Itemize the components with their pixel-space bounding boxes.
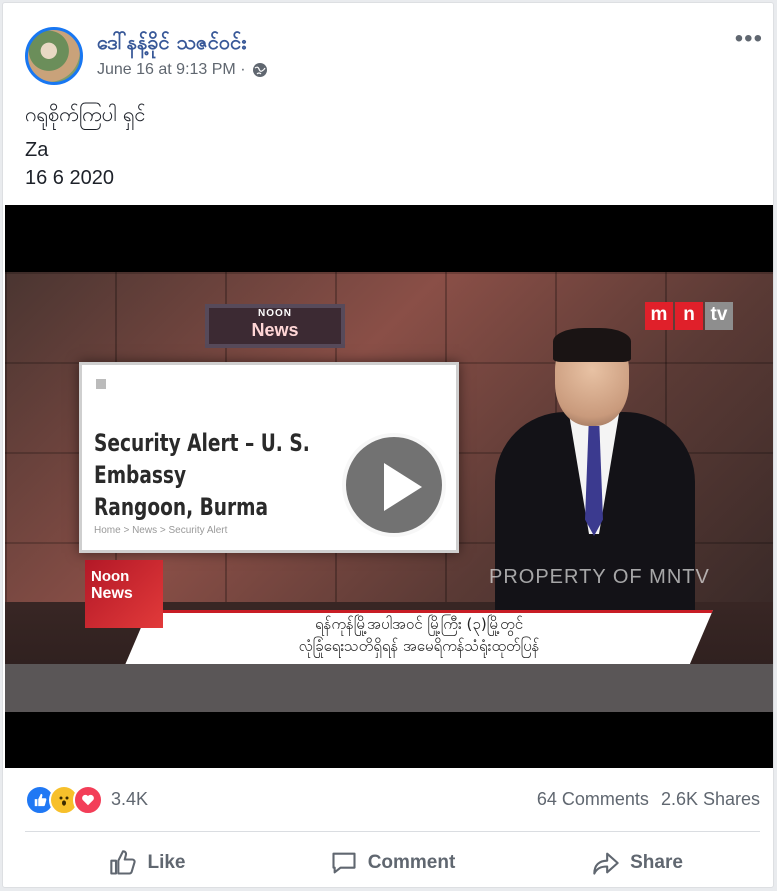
video-watermark: PROPERTY OF MNTV xyxy=(489,566,710,588)
more-options-icon[interactable]: ••• xyxy=(735,25,763,53)
like-label: Like xyxy=(147,852,186,873)
comment-share-counts: 64 Comments 2.6K Shares xyxy=(537,789,760,810)
share-label: Share xyxy=(630,852,683,873)
post-text-line-2: Za xyxy=(25,139,49,161)
caption-line-2: လုံခြုံရေးသတိရှိရန် အမေရိကန်သံရုံးထုတ်ပြ… xyxy=(298,637,540,655)
author-name[interactable]: ဒေါ်နန့်ခိုင် သဇင်ဝင်း xyxy=(97,29,246,59)
noon-news-sign: NOON News xyxy=(205,304,345,348)
comment-button[interactable]: Comment xyxy=(270,841,515,885)
noon-news-badge: Noon News xyxy=(85,560,163,628)
play-triangle xyxy=(384,463,422,511)
thumbs-up-icon xyxy=(110,850,137,875)
like-button[interactable]: Like xyxy=(25,841,270,885)
love-reaction-icon xyxy=(73,785,103,815)
badge-line-2: News xyxy=(91,585,133,602)
share-arrow-icon xyxy=(593,852,619,875)
post-card: ဒေါ်နန့်ခိုင် သဇင်ဝင်း June 16 at 9:13 P… xyxy=(2,2,774,888)
mntv-logo: m n tv xyxy=(645,302,733,330)
comment-bubble-icon xyxy=(332,852,356,874)
ticker-strip xyxy=(5,664,773,712)
screen-square xyxy=(96,379,106,389)
logo-letter-tv: tv xyxy=(705,302,733,330)
post-text-line-3: 16 6 2020 xyxy=(25,167,114,189)
author-avatar[interactable] xyxy=(25,27,83,85)
shares-count[interactable]: 2.6K Shares xyxy=(661,789,760,810)
screen-breadcrumb: Home > News > Security Alert xyxy=(94,525,228,536)
comments-count[interactable]: 64 Comments xyxy=(537,789,649,810)
logo-letter-n: n xyxy=(675,302,703,330)
post-text-line-1: ဂရုစိုက်ကြပါ ရှင် xyxy=(25,102,146,126)
badge-line-1: Noon xyxy=(91,568,130,585)
post-timestamp[interactable]: June 16 at 9:13 PM · xyxy=(97,61,246,79)
sign-small-text: NOON xyxy=(258,308,292,319)
lower-third-caption: ရန်ကုန်မြို့အပါအဝင် မြို့ကြီး (၃)မြို့တွ… xyxy=(125,610,713,665)
sign-big-text: News xyxy=(251,320,299,340)
reaction-icons[interactable] xyxy=(25,785,103,815)
logo-letter-m: m xyxy=(645,302,673,330)
actions-divider xyxy=(25,831,760,832)
reaction-count[interactable]: 3.4K xyxy=(111,789,148,810)
engagement-stats: 3.4K 64 Comments 2.6K Shares xyxy=(25,785,760,815)
comment-label: Comment xyxy=(367,852,456,873)
share-button[interactable]: Share xyxy=(515,841,760,885)
video-player[interactable]: NOON News m n tv Security Alert – U. S. … xyxy=(5,205,773,768)
caption-line-1: ရန်ကုန်မြို့အပါအဝင် မြို့ကြီး (၃)မြို့တွ… xyxy=(314,615,524,633)
anchor-hair xyxy=(553,328,631,362)
post-meta: June 16 at 9:13 PM · xyxy=(97,61,268,79)
post-actions: Like Comment Share xyxy=(25,841,760,885)
globe-icon xyxy=(252,63,267,77)
play-icon[interactable] xyxy=(342,433,446,537)
